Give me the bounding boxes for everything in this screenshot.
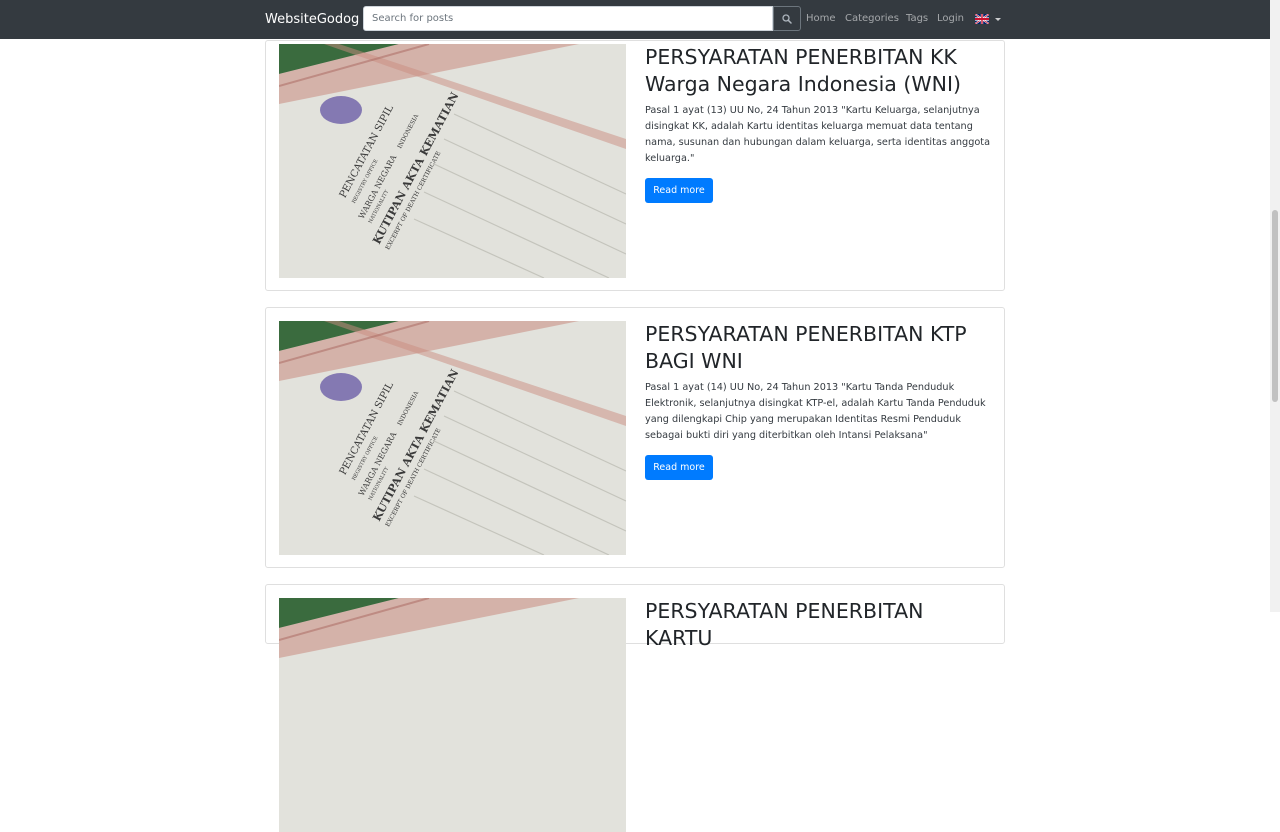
post-excerpt: Pasal 1 ayat (13) UU No, 24 Tahun 2013 "… (645, 105, 991, 164)
post-card: PENCATATAN SIPIL REGISTRY OFFICE WARGA N… (265, 40, 1005, 291)
nav-login[interactable]: Login (937, 0, 964, 39)
post-card: PENCATATAN SIPIL REGISTRY OFFICE WARGA N… (265, 307, 1005, 568)
post-thumbnail[interactable]: PENCATATAN SIPIL REGISTRY OFFICE WARGA N… (279, 44, 626, 278)
top-navbar: WebsiteGodog Home Categories Tags Login (0, 0, 1270, 39)
brand-link[interactable]: WebsiteGodog (265, 0, 359, 39)
post-thumbnail[interactable]: PENCATATAN SIPIL REGISTRY OFFICE WARGA N… (279, 321, 626, 555)
language-dropdown[interactable] (975, 13, 1001, 25)
post-excerpt: Pasal 1 ayat (14) UU No, 24 Tahun 2013 "… (645, 382, 986, 441)
post-title[interactable]: PERSYARATAN PENERBITAN KTP BAGI WNI (645, 321, 990, 375)
chevron-down-icon (995, 17, 1001, 21)
search-input[interactable] (363, 6, 773, 31)
nav-home[interactable]: Home (806, 0, 836, 39)
uk-flag-icon (975, 14, 989, 24)
read-more-button[interactable]: Read more (645, 178, 713, 203)
search-button[interactable] (773, 6, 801, 31)
nav-categories[interactable]: Categories (845, 0, 899, 39)
search-form (363, 6, 801, 31)
post-title[interactable]: PERSYARATAN PENERBITAN KK Warga Negara I… (645, 44, 990, 98)
post-title[interactable]: PERSYARATAN PENERBITAN KARTU (645, 598, 990, 652)
post-thumbnail[interactable] (279, 598, 626, 832)
nav-tags[interactable]: Tags (906, 0, 928, 39)
scrollbar-thumb[interactable] (1272, 210, 1278, 402)
search-icon (782, 13, 792, 24)
read-more-button[interactable]: Read more (645, 455, 713, 480)
post-card: PERSYARATAN PENERBITAN KARTU (265, 584, 1005, 832)
